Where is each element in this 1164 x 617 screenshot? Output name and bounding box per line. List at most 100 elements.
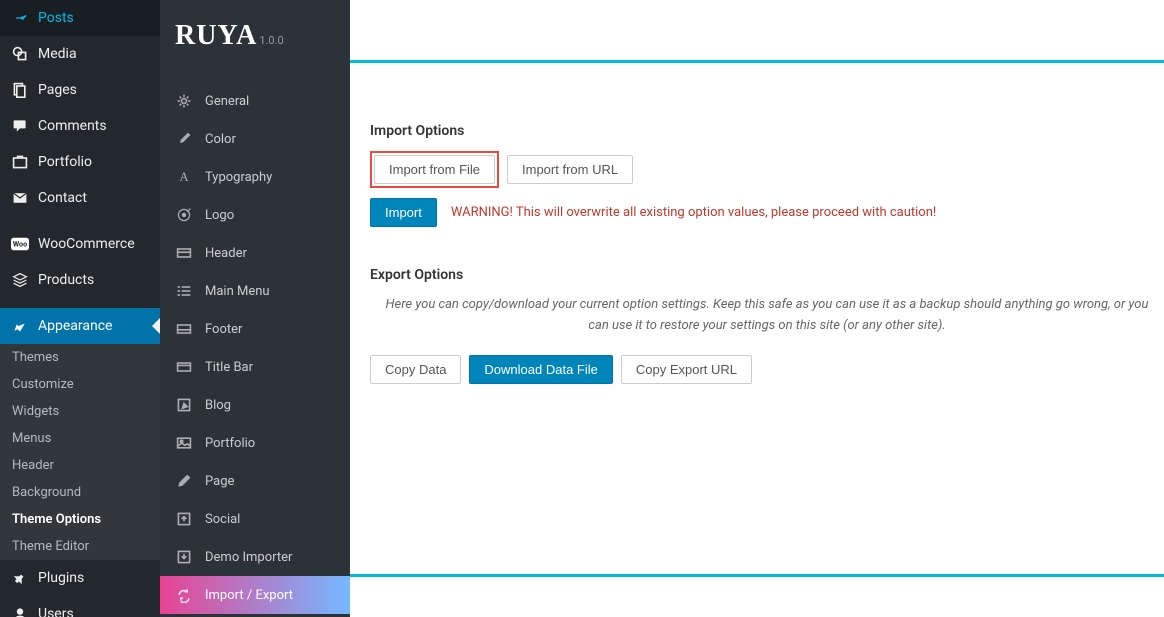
theme-tab-typography[interactable]: A Typography [160,158,350,196]
theme-tab-label: Portfolio [205,436,255,451]
separator [0,298,160,308]
image-icon [175,434,193,452]
theme-tab-social[interactable]: Social [160,500,350,538]
sidebar-item-appearance[interactable]: Appearance [0,308,160,344]
sidebar-item-label: Contact [38,190,87,206]
appearance-icon [10,316,30,336]
theme-tab-portfolio[interactable]: Portfolio [160,424,350,462]
pages-icon [10,80,30,100]
sidebar-item-users[interactable]: Users [0,596,160,617]
theme-tab-label: Header [205,246,247,261]
theme-tab-logo[interactable]: Logo [160,196,350,234]
theme-tab-label: Demo Importer [205,550,292,565]
import-section: Import Options Import from File Import f… [370,123,1164,227]
submenu-item-theme-editor[interactable]: Theme Editor [0,533,160,560]
theme-tab-label: Typography [205,170,272,185]
theme-tab-header[interactable]: Header [160,234,350,272]
copy-data-button[interactable]: Copy Data [370,355,461,384]
portfolio-icon [10,152,30,172]
import-action-row: Import WARNING! This will overwrite all … [370,198,1164,227]
theme-tab-footer[interactable]: Footer [160,310,350,348]
target-icon [175,206,193,224]
import-method-row: Import from File Import from URL [370,151,1164,188]
bottom-divider [350,574,1164,577]
contact-icon [10,188,30,208]
theme-tab-label: Page [205,474,234,489]
theme-tab-label: Import / Export [205,588,293,603]
sidebar-item-label: Portfolio [38,154,92,170]
theme-tab-main-menu[interactable]: Main Menu [160,272,350,310]
svg-text:Woo: Woo [13,240,27,249]
submenu-item-customize[interactable]: Customize [0,371,160,398]
submenu-item-themes[interactable]: Themes [0,344,160,371]
wp-admin-sidebar: Posts Media Pages Comments Portfolio Con… [0,0,160,617]
app-root: Posts Media Pages Comments Portfolio Con… [0,0,1164,617]
submenu-item-header[interactable]: Header [0,452,160,479]
pencil-icon [175,396,193,414]
theme-tab-import-export[interactable]: Import / Export [160,576,350,614]
theme-tab-label: General [205,94,249,109]
card-icon [175,320,193,338]
sidebar-item-plugins[interactable]: Plugins [0,560,160,596]
sidebar-item-label: Products [38,272,94,288]
theme-tab-label: Footer [205,322,242,337]
import-warning: WARNING! This will overwrite all existin… [451,205,936,220]
theme-tab-label: Main Menu [205,284,270,299]
card-icon [175,244,193,262]
import-from-file-button[interactable]: Import from File [374,155,495,184]
theme-tab-label: Logo [205,208,234,223]
refresh-icon [175,586,193,604]
sidebar-item-pages[interactable]: Pages [0,72,160,108]
brush-icon [175,130,193,148]
submenu-item-theme-options[interactable]: Theme Options [0,506,160,533]
sidebar-item-label: Posts [38,10,74,26]
theme-tab-color[interactable]: Color [160,120,350,158]
appearance-submenu: Themes Customize Widgets Menus Header Ba… [0,344,160,560]
theme-tab-demo-importer[interactable]: Demo Importer [160,538,350,576]
sidebar-item-woocommerce[interactable]: Woo WooCommerce [0,226,160,262]
content-wrap: Import Options Import from File Import f… [350,63,1164,434]
theme-tab-label: Color [205,132,236,147]
download-data-file-button[interactable]: Download Data File [469,355,612,384]
svg-text:A: A [179,170,189,184]
submenu-item-background[interactable]: Background [0,479,160,506]
submenu-item-widgets[interactable]: Widgets [0,398,160,425]
main-content: Import Options Import from File Import f… [350,0,1164,617]
sidebar-item-label: Users [38,606,74,617]
import-button[interactable]: Import [370,198,437,227]
products-icon [10,270,30,290]
share-icon [175,510,193,528]
download-icon [175,548,193,566]
import-from-url-button[interactable]: Import from URL [507,155,633,184]
export-title: Export Options [370,267,1164,283]
theme-tab-label: Blog [205,398,231,413]
highlight-box: Import from File [370,151,499,188]
sidebar-item-label: Pages [38,82,77,98]
theme-logo-text: RUYA [175,20,257,51]
sidebar-item-portfolio[interactable]: Portfolio [0,144,160,180]
export-buttons-row: Copy Data Download Data File Copy Export… [370,355,1164,384]
comments-icon [10,116,30,136]
copy-export-url-button[interactable]: Copy Export URL [621,355,752,384]
theme-tab-page[interactable]: Page [160,462,350,500]
users-icon [10,604,30,617]
plugins-icon [10,568,30,588]
theme-version: 1.0.0 [259,34,283,47]
sidebar-item-label: WooCommerce [38,236,135,252]
submenu-item-menus[interactable]: Menus [0,425,160,452]
sidebar-item-products[interactable]: Products [0,262,160,298]
theme-tab-blog[interactable]: Blog [160,386,350,424]
theme-options-sidebar: RUYA1.0.0 General Color A Typography Log… [160,0,350,617]
sidebar-item-contact[interactable]: Contact [0,180,160,216]
theme-tab-label: Title Bar [205,360,253,375]
sidebar-item-comments[interactable]: Comments [0,108,160,144]
pen-icon [175,472,193,490]
media-icon [10,44,30,64]
sidebar-item-label: Comments [38,118,107,134]
sidebar-item-posts[interactable]: Posts [0,0,160,36]
sidebar-item-media[interactable]: Media [0,36,160,72]
theme-tab-general[interactable]: General [160,82,350,120]
theme-logo: RUYA1.0.0 [160,0,350,82]
import-title: Import Options [370,123,1164,139]
theme-tab-title-bar[interactable]: Title Bar [160,348,350,386]
